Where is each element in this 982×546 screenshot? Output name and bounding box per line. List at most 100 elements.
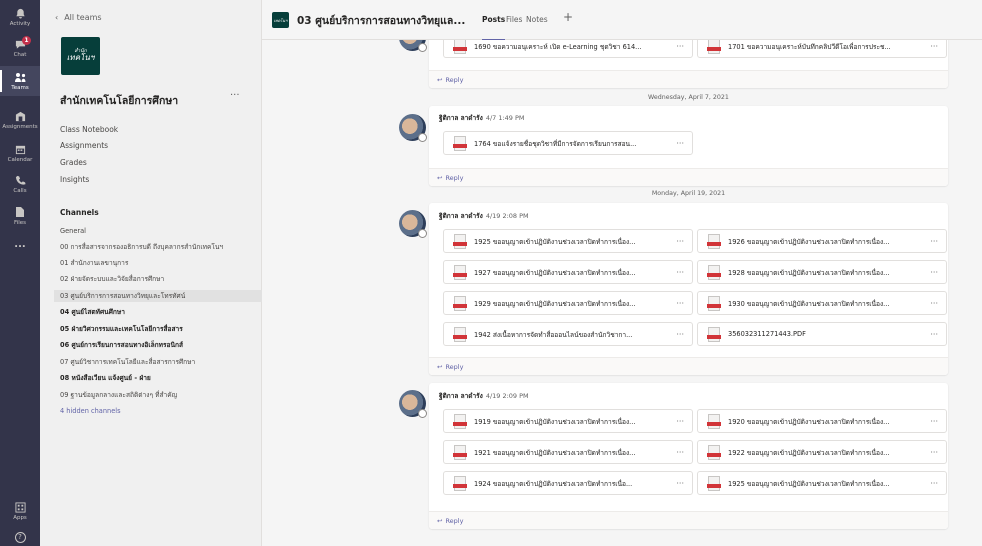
rail-calendar[interactable]: Calendar: [0, 138, 40, 168]
post-author: ฐิติกาล ลาดำรัง 4/19 2:09 PM: [439, 391, 529, 401]
file-more-button[interactable]: ···: [930, 479, 938, 488]
file-attachment[interactable]: 1928 ขออนุญาตเข้าปฏิบัติงานช่วงเวลาปิดทำ…: [697, 260, 947, 284]
file-more-button[interactable]: ···: [676, 330, 684, 339]
reply-button[interactable]: ↩ Reply: [429, 357, 948, 375]
avatar: [399, 390, 427, 418]
rail-assignments[interactable]: Assignments: [0, 105, 40, 135]
channel-item[interactable]: 09 ฐานข้อมูลกลางและสถิติต่างๆ ที่สำคัญ: [60, 389, 256, 401]
pdf-icon: [453, 264, 467, 280]
insights-link[interactable]: Insights: [60, 175, 89, 184]
file-attachment[interactable]: 1690 ขอความอนุเคราะห์ เปิด e-Learning ชุ…: [443, 40, 693, 58]
file-attachment[interactable]: 1929 ขออนุญาตเข้าปฏิบัติงานช่วงเวลาปิดทำ…: [443, 291, 693, 315]
file-attachment[interactable]: 1930 ขออนุญาตเข้าปฏิบัติงานช่วงเวลาปิดทำ…: [697, 291, 947, 315]
post-card: ฐิติกาล ลาดำรัง 4/19 2:09 PM 1919 ขออนุญา…: [429, 383, 948, 529]
file-more-button[interactable]: ···: [930, 417, 938, 426]
rail-label: Apps: [13, 515, 27, 521]
tab-files[interactable]: Files: [506, 15, 522, 24]
channel-item[interactable]: 06 ศูนย์การเรียนการสอนทางอิเล็กทรอนิกส์: [60, 339, 256, 351]
post-time: 4/7 1:49 PM: [485, 114, 525, 122]
file-more-button[interactable]: ···: [676, 139, 684, 148]
channel-item[interactable]: 00 การสื่อสารจากรองอธิการบดี ถึงบุคลากรส…: [60, 241, 256, 253]
channel-item[interactable]: 08 หนังสือเวียน แจ้งศูนย์ - ฝ่าย: [60, 372, 256, 384]
file-more-button[interactable]: ···: [676, 299, 684, 308]
rail-label: Calendar: [7, 157, 33, 163]
pdf-icon: [707, 40, 721, 54]
channel-item[interactable]: General: [60, 225, 256, 237]
file-attachment[interactable]: 1764 ขอแจ้งรายชื่อชุดวิชาที่มีการจัดการเ…: [443, 131, 693, 155]
calendar-icon: [13, 143, 27, 155]
assignments-link[interactable]: Assignments: [60, 141, 108, 150]
file-attachment[interactable]: 1921 ขออนุญาตเข้าปฏิบัติงานช่วงเวลาปิดทำ…: [443, 440, 693, 464]
file-attachment[interactable]: 1925 ขออนุญาตเข้าปฏิบัติงานช่วงเวลาปิดทำ…: [697, 471, 947, 495]
file-name: 1920 ขออนุญาตเข้าปฏิบัติงานช่วงเวลาปิดทำ…: [728, 417, 890, 426]
hidden-channels-link[interactable]: 4 hidden channels: [60, 405, 256, 417]
channel-item[interactable]: 05 ฝ่ายวิศวกรรมและเทคโนโลยีการสื่อสาร: [60, 323, 256, 335]
file-attachment[interactable]: 1925 ขออนุญาตเข้าปฏิบัติงานช่วงเวลาปิดทำ…: [443, 229, 693, 253]
reply-button[interactable]: ↩ Reply: [429, 511, 948, 529]
reply-button[interactable]: ↩ Reply: [429, 70, 948, 88]
date-divider: Wednesday, April 7, 2021: [648, 94, 729, 101]
rail-more[interactable]: ...: [0, 236, 40, 252]
channel-item[interactable]: 07 ศูนย์วิชาการเทคโนโลยีและสื่อสารการศึก…: [60, 356, 256, 368]
rail-chat[interactable]: 1 Chat: [0, 33, 40, 63]
chevron-left-icon: ‹: [55, 13, 59, 22]
file-attachment[interactable]: 1927 ขออนุญาตเข้าปฏิบัติงานช่วงเวลาปิดทำ…: [443, 260, 693, 284]
reply-button[interactable]: ↩ Reply: [429, 168, 948, 186]
rail-apps[interactable]: Apps: [0, 496, 40, 526]
file-more-button[interactable]: ···: [930, 237, 938, 246]
file-attachment[interactable]: 1922 ขออนุญาตเข้าปฏิบัติงานช่วงเวลาปิดทำ…: [697, 440, 947, 464]
file-more-button[interactable]: ···: [676, 417, 684, 426]
pdf-icon: [453, 135, 467, 151]
rail-label: Chat: [13, 52, 27, 58]
team-more-button[interactable]: ···: [230, 90, 240, 101]
tab-notes[interactable]: Notes: [526, 15, 548, 24]
team-panel: ‹ All teams สำนัก เทคโนฯ สำนักเทคโนโลยีก…: [40, 0, 262, 546]
all-teams-link[interactable]: ‹ All teams: [55, 13, 102, 22]
grades-link[interactable]: Grades: [60, 158, 87, 167]
rail-calls[interactable]: Calls: [0, 169, 40, 199]
channel-team-icon: เทคโนฯ: [272, 12, 289, 28]
file-name: 1925 ขออนุญาตเข้าปฏิบัติงานช่วงเวลาปิดทำ…: [474, 237, 636, 246]
file-attachment[interactable]: 1924 ขออนุญาตเข้าปฏิบัติงานช่วงเวลาปิดทำ…: [443, 471, 693, 495]
file-more-button[interactable]: ···: [930, 268, 938, 277]
rail-help[interactable]: ?: [0, 528, 40, 546]
channel-item[interactable]: 04 ศูนย์ไสตทัศนศึกษา: [60, 306, 256, 318]
file-attachment[interactable]: 356032311271443.PDF ···: [697, 322, 947, 346]
rail-activity[interactable]: Activity: [0, 2, 40, 32]
file-attachment[interactable]: 1920 ขออนุญาตเข้าปฏิบัติงานช่วงเวลาปิดทำ…: [697, 409, 947, 433]
file-more-button[interactable]: ···: [676, 42, 684, 51]
channel-item[interactable]: 01 สำนักงานเลขานุการ: [60, 257, 256, 269]
file-more-button[interactable]: ···: [930, 448, 938, 457]
file-attachment[interactable]: 1919 ขออนุญาตเข้าปฏิบัติงานช่วงเวลาปิดทำ…: [443, 409, 693, 433]
file-attachment[interactable]: 1926 ขออนุญาตเข้าปฏิบัติงานช่วงเวลาปิดทำ…: [697, 229, 947, 253]
post-author: ฐิติกาล ลาดำรัง 4/19 2:08 PM: [439, 211, 529, 221]
avatar: [399, 210, 427, 238]
file-name: 1927 ขออนุญาตเข้าปฏิบัติงานช่วงเวลาปิดทำ…: [474, 268, 636, 277]
author-name: ฐิติกาล ลาดำรัง: [439, 212, 483, 220]
file-more-button[interactable]: ···: [676, 237, 684, 246]
file-name: 356032311271443.PDF: [728, 330, 806, 338]
post-time: 4/19 2:08 PM: [485, 212, 529, 220]
apps-icon: [13, 501, 27, 513]
team-name: สำนักเทคโนโลยีการศึกษา: [60, 95, 179, 107]
rail-label: Assignments: [2, 124, 38, 130]
file-more-button[interactable]: ···: [676, 448, 684, 457]
file-icon: [13, 206, 27, 218]
rail-teams[interactable]: Teams: [0, 66, 40, 96]
file-more-button[interactable]: ···: [930, 42, 938, 51]
rail-label: Activity: [9, 21, 31, 27]
rail-files[interactable]: Files: [0, 201, 40, 231]
post-time: 4/19 2:09 PM: [485, 392, 529, 400]
file-more-button[interactable]: ···: [930, 299, 938, 308]
channel-item[interactable]: 02 ฝ่ายจัดระบบและวิจัยสื่อการศึกษา: [60, 273, 256, 285]
channel-item-selected[interactable]: 03 ศูนย์บริการการสอนทางวิทยุและโทรทัศน์: [54, 290, 262, 302]
file-attachment[interactable]: 1942 ส่งเนื้อหาการจัดทำสื่อออนไลน์ของสำน…: [443, 322, 693, 346]
file-attachment[interactable]: 1701 ขอความอนุเคราะห์บันทึกคลิปวีดีโอเพื…: [697, 40, 947, 58]
class-notebook-link[interactable]: Class Notebook: [60, 125, 118, 134]
tab-posts[interactable]: Posts: [482, 15, 506, 41]
add-tab-button[interactable]: +: [563, 10, 573, 24]
file-more-button[interactable]: ···: [930, 330, 938, 339]
file-more-button[interactable]: ···: [676, 479, 684, 488]
help-icon: ?: [14, 531, 26, 543]
file-more-button[interactable]: ···: [676, 268, 684, 277]
